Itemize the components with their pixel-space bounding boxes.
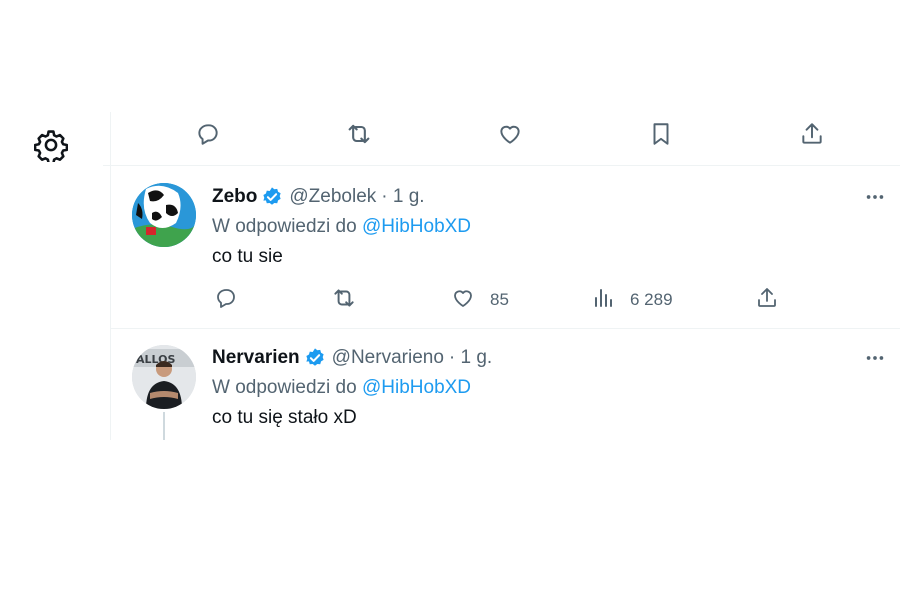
more-options-icon[interactable] xyxy=(863,346,887,370)
retweet-icon[interactable] xyxy=(345,120,373,148)
tweet-time[interactable]: · 1 g. xyxy=(449,347,492,369)
bookmark-icon[interactable] xyxy=(647,120,675,148)
view-count: 6 289 xyxy=(630,290,673,309)
author-handle[interactable]: @Zebolek xyxy=(289,186,376,208)
tweet-divider xyxy=(110,328,900,329)
reply-prefix: W odpowiedzi do xyxy=(212,216,357,237)
reply-icon[interactable] xyxy=(212,284,240,312)
reply-icon[interactable] xyxy=(194,120,222,148)
tweet-header: Nervarien @Nervarieno · 1 g. xyxy=(212,347,492,369)
tweet-time[interactable]: · 1 g. xyxy=(381,186,424,208)
reply-prefix: W odpowiedzi do xyxy=(212,377,357,398)
avatar[interactable] xyxy=(132,183,196,247)
retweet-icon[interactable] xyxy=(330,284,358,312)
author-handle[interactable]: @Nervarieno xyxy=(332,347,444,369)
reply-mention-link[interactable]: @HibHobXD xyxy=(362,216,471,237)
like-icon[interactable] xyxy=(449,284,477,312)
share-icon[interactable] xyxy=(753,284,781,312)
like-icon[interactable] xyxy=(496,120,524,148)
tweet-header: Zebo @Zebolek · 1 g. xyxy=(212,186,425,208)
like-count: 85 xyxy=(490,290,509,309)
verified-badge-icon xyxy=(304,347,326,369)
author-name[interactable]: Zebo xyxy=(212,186,257,208)
more-options-icon[interactable] xyxy=(863,185,887,209)
tweet-text: co tu sie xyxy=(212,246,283,267)
reply-mention-link[interactable]: @HibHobXD xyxy=(362,377,471,398)
thread-connector-line xyxy=(163,412,165,440)
views-icon[interactable] xyxy=(589,284,617,312)
avatar[interactable]: ALLOS xyxy=(132,345,196,409)
tweet-text: co tu się stało xD xyxy=(212,407,357,428)
settings-gear-icon[interactable] xyxy=(34,128,68,162)
author-name[interactable]: Nervarien xyxy=(212,347,300,369)
tweet-divider xyxy=(103,165,900,166)
reply-context: W odpowiedzi do @HibHobXD xyxy=(212,216,471,238)
column-divider xyxy=(110,112,111,440)
verified-badge-icon xyxy=(261,186,283,208)
reply-context: W odpowiedzi do @HibHobXD xyxy=(212,377,471,399)
share-icon[interactable] xyxy=(798,120,826,148)
